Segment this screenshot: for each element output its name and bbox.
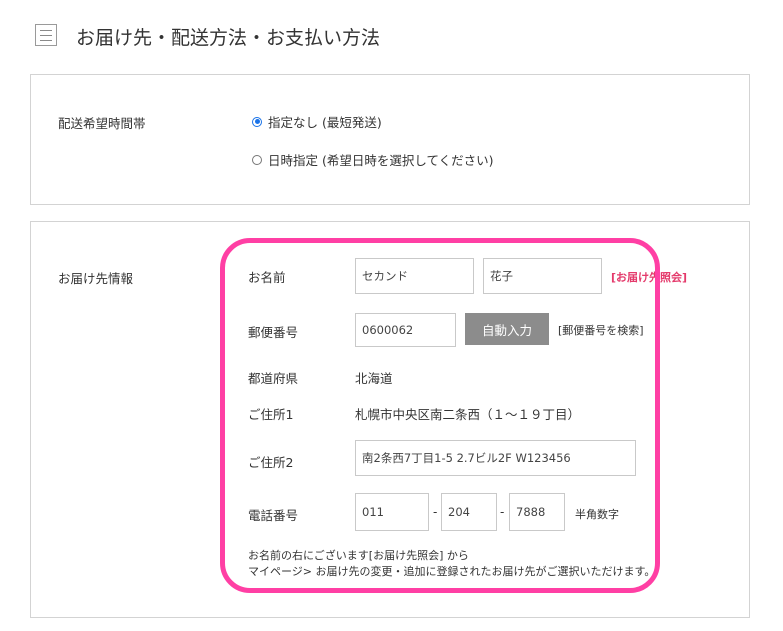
first-name-input[interactable]: 花子 — [483, 258, 602, 294]
last-name-input[interactable]: セカンド — [355, 258, 474, 294]
delivery-option-datetime-label: 日時指定 (希望日時を選択してください) — [268, 153, 494, 168]
radio-unselected-icon[interactable] — [252, 154, 262, 165]
phone-label: 電話番号 — [248, 508, 299, 523]
phone-separator: - — [500, 505, 505, 519]
address2-label: ご住所2 — [248, 455, 294, 470]
postal-label: 郵便番号 — [248, 325, 299, 340]
address1-label: ご住所1 — [248, 407, 294, 422]
recipient-note-line-2: マイページ> お届け先の変更・追加に登録されたお届け先がご選択いただけます。 — [248, 565, 656, 578]
delivery-option-datetime[interactable]: 日時指定 (希望日時を選択してください) — [252, 150, 493, 169]
recipient-section-label: お届け先情報 — [58, 271, 134, 286]
address1-value: 札幌市中央区南二条西（１～１９丁目） — [355, 407, 581, 422]
page-title: お届け先・配送方法・お支払い方法 — [76, 27, 381, 49]
list-icon — [35, 24, 57, 46]
phone-part2-input[interactable]: 204 — [441, 493, 497, 531]
address2-input[interactable]: 南2条西7丁目1-5 2.7ビル2F W123456 — [355, 440, 636, 476]
delivery-time-section — [30, 74, 750, 205]
delivery-time-label: 配送希望時間帯 — [58, 116, 146, 131]
recipient-note-line-1: お名前の右にございます[お届け先照会] から — [248, 549, 469, 562]
phone-part1-input[interactable]: 011 — [355, 493, 429, 531]
phone-hint: 半角数字 — [575, 508, 619, 521]
phone-separator: - — [433, 505, 438, 519]
delivery-option-none-label: 指定なし (最短発送) — [268, 115, 382, 130]
auto-fill-button[interactable]: 自動入力 — [465, 313, 549, 345]
prefecture-value: 北海道 — [355, 371, 393, 386]
recipient-lookup-link[interactable]: [お届け先照会] — [611, 269, 687, 285]
prefecture-label: 都道府県 — [248, 371, 299, 386]
phone-part3-input[interactable]: 7888 — [509, 493, 565, 531]
radio-selected-icon[interactable] — [252, 116, 262, 127]
delivery-option-none[interactable]: 指定なし (最短発送) — [252, 112, 382, 131]
postal-search-link[interactable]: [郵便番号を検索] — [558, 322, 644, 338]
postal-input[interactable]: 0600062 — [355, 313, 456, 347]
name-label: お名前 — [248, 270, 286, 285]
